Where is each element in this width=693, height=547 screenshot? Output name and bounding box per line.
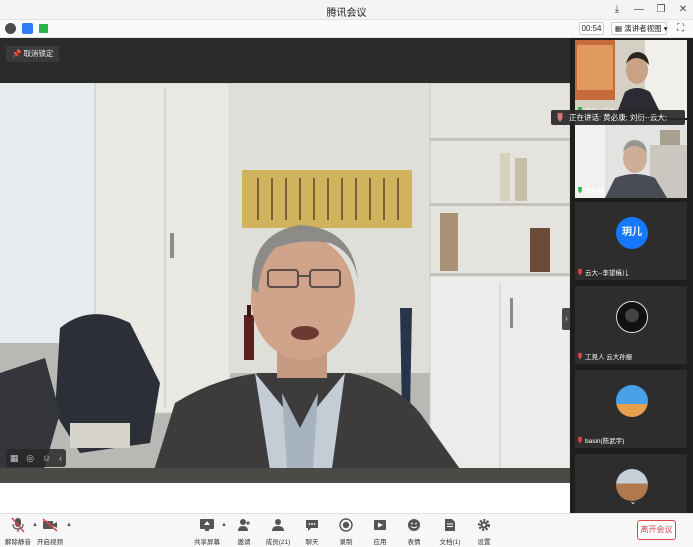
record-button[interactable]: 录制 bbox=[328, 517, 364, 546]
camera-off-icon bbox=[42, 518, 58, 532]
shield-icon[interactable] bbox=[22, 23, 33, 34]
meeting-timer: 00:54 bbox=[579, 22, 604, 35]
panel-collapse-handle[interactable]: › bbox=[562, 308, 570, 330]
share-screen-label: 共享屏幕 bbox=[194, 539, 220, 546]
record-icon bbox=[339, 518, 353, 532]
participant-name-tag: 傅秋棣 bbox=[577, 185, 605, 195]
cancel-focus-label: 取消锁定 bbox=[23, 49, 54, 58]
leave-meeting-button[interactable]: 离开会议 bbox=[637, 520, 676, 540]
add-user-icon bbox=[238, 519, 250, 531]
grid-icon: ▦ bbox=[615, 24, 625, 33]
speaker-video-frame bbox=[0, 83, 570, 483]
window-title: 腾讯会议 bbox=[326, 8, 367, 19]
signal-icon[interactable] bbox=[39, 24, 48, 33]
window-controls: ⤓ — ❐ ✕ bbox=[611, 3, 689, 15]
participant-name: basin(陈武宇) bbox=[585, 438, 625, 445]
info-icon[interactable] bbox=[5, 23, 16, 34]
collapse-icon[interactable]: ‹ bbox=[59, 453, 62, 463]
participant-name-tag: 工見人 云大孙振 bbox=[577, 351, 632, 361]
participant-name: 傅秋棣 bbox=[585, 188, 605, 195]
close-icon[interactable]: ✕ bbox=[677, 3, 689, 15]
meeting-info-bar: 00:54 ▦ 演讲者视图 ▾ ⛶ bbox=[0, 20, 693, 38]
smile-icon bbox=[408, 519, 420, 531]
avatar bbox=[616, 301, 648, 333]
screen-share-icon bbox=[200, 519, 214, 531]
restore-icon[interactable]: ❐ bbox=[655, 3, 667, 15]
speaking-indicator: 正在讲话: 黄必康; 刘衍--云大; bbox=[551, 110, 685, 125]
reactions-label: 表情 bbox=[407, 539, 421, 546]
invite-button[interactable]: 邀请 bbox=[226, 517, 262, 546]
filter-icon[interactable]: ☺ bbox=[42, 453, 51, 463]
chat-button[interactable]: 聊天 bbox=[294, 517, 330, 546]
participant-name-tag: basin(陈武宇) bbox=[577, 435, 624, 445]
participant-name: 工見人 云大孙振 bbox=[585, 354, 633, 361]
title-bar: 腾讯会议 ⤓ — ❐ ✕ bbox=[0, 0, 693, 20]
document-icon bbox=[445, 519, 455, 531]
avatar bbox=[616, 385, 648, 417]
members-button[interactable]: 成员(21) bbox=[260, 517, 296, 546]
meeting-toolbar: 解除静音 ▲ 开启视频 ▲ 共享屏幕 ▲ 邀请 成员(21) 聊天 录制 应用 … bbox=[0, 513, 693, 547]
chevron-up-icon[interactable]: ▲ bbox=[66, 522, 72, 528]
speaking-text: 正在讲话: 黄必康; 刘衍--云大; bbox=[569, 113, 667, 122]
mic-muted-icon bbox=[578, 268, 582, 276]
minimize-icon[interactable]: — bbox=[633, 3, 645, 15]
settings-label: 设置 bbox=[477, 539, 491, 546]
apps-label: 应用 bbox=[373, 539, 387, 546]
grid-icon[interactable]: ▦ bbox=[10, 453, 19, 464]
reactions-button[interactable]: 表情 bbox=[396, 517, 432, 546]
participant-tile[interactable]: 刘衍--云大 bbox=[575, 40, 687, 118]
mirror-icon[interactable]: ◎ bbox=[26, 453, 34, 464]
unmute-label: 解除静音 bbox=[5, 539, 31, 546]
record-label: 录制 bbox=[339, 539, 353, 546]
view-mode-label: 演讲者视图 bbox=[624, 24, 662, 33]
members-label: 成员(21) bbox=[265, 539, 291, 546]
participant-tile[interactable]: 傅秋棣 bbox=[575, 120, 687, 198]
share-screen-button[interactable]: 共享屏幕 bbox=[189, 517, 225, 546]
participant-name-tag: 云大--李望楫儿 bbox=[577, 267, 628, 277]
participant-tile[interactable]: 工見人 云大孙振 bbox=[575, 286, 687, 364]
mic-active-icon bbox=[578, 186, 582, 194]
avatar: 玥儿 bbox=[616, 217, 648, 249]
participant-tile[interactable]: 玥儿 云大--李望楫儿 bbox=[575, 202, 687, 280]
chat-label: 聊天 bbox=[305, 539, 319, 546]
chat-icon bbox=[306, 520, 318, 531]
pin-icon[interactable]: ⤓ bbox=[611, 3, 623, 15]
chevron-down-icon[interactable]: ⌄ bbox=[627, 497, 639, 507]
settings-button[interactable]: 设置 bbox=[466, 517, 502, 546]
video-controls: ▦ ◎ ☺ ‹ bbox=[6, 449, 66, 467]
invite-label: 邀请 bbox=[237, 539, 251, 546]
chevron-down-icon: ▾ bbox=[661, 24, 668, 33]
main-video[interactable]: 📌 取消锁定 ▦ ◎ ☺ ‹ › bbox=[0, 38, 570, 483]
mic-muted-icon bbox=[578, 436, 582, 444]
apps-icon bbox=[374, 520, 386, 530]
apps-button[interactable]: 应用 bbox=[362, 517, 398, 546]
pin-icon: 📌 bbox=[12, 49, 24, 58]
start-video-label: 开启视频 bbox=[37, 539, 63, 546]
unmute-button[interactable]: 解除静音 bbox=[0, 517, 36, 546]
view-mode-button[interactable]: ▦ 演讲者视图 ▾ bbox=[611, 22, 668, 35]
fullscreen-icon[interactable]: ⛶ bbox=[674, 22, 687, 35]
gear-icon bbox=[478, 519, 490, 531]
members-icon bbox=[272, 519, 284, 531]
documents-label: 文档(1) bbox=[439, 539, 461, 546]
start-video-button[interactable]: 开启视频 bbox=[32, 517, 68, 546]
mic-icon bbox=[557, 113, 563, 122]
mic-muted-icon bbox=[11, 517, 25, 533]
mic-muted-icon bbox=[578, 352, 582, 360]
participant-tile[interactable]: basin(陈武宇) bbox=[575, 370, 687, 448]
cancel-focus-button[interactable]: 📌 取消锁定 bbox=[6, 46, 60, 62]
documents-button[interactable]: 文档(1) bbox=[432, 517, 468, 546]
participant-name: 云大--李望楫儿 bbox=[585, 270, 629, 277]
status-icons bbox=[5, 23, 48, 34]
